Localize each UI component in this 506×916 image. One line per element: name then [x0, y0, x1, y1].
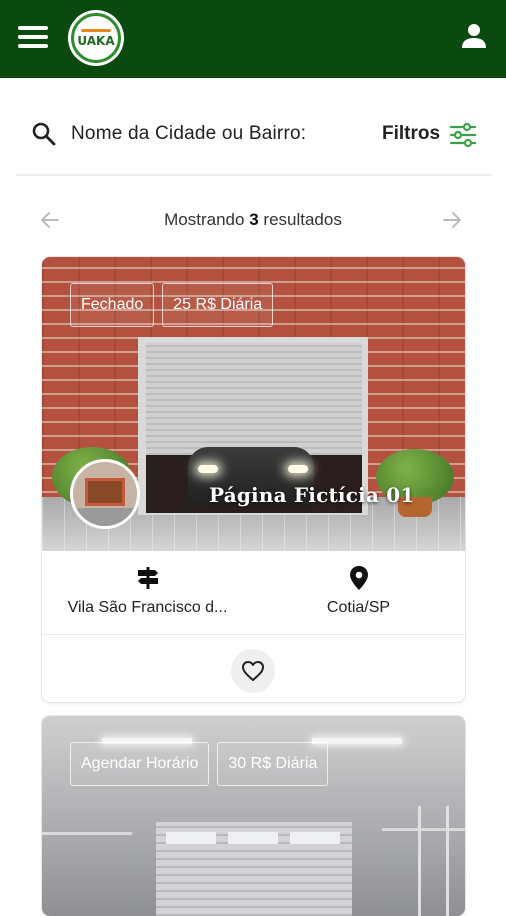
results-pager: Mostrando 3 resultados: [0, 200, 506, 240]
status-badge: Fechado: [70, 283, 155, 327]
search-field-label[interactable]: Nome da Cidade ou Bairro:: [71, 123, 306, 145]
results-suffix: resultados: [263, 210, 342, 229]
results-prefix: Mostrando: [164, 210, 245, 229]
results-number: 3: [249, 210, 259, 229]
filter-sliders-icon[interactable]: [448, 120, 478, 150]
listing-photo[interactable]: Fechado 25 R$ Diária Página Fictícia 01: [42, 257, 465, 551]
listing-title[interactable]: Página Fictícia 01: [209, 483, 414, 507]
listing-actions: [42, 637, 465, 701]
listing-card[interactable]: Agendar Horário 30 R$ Diária: [42, 716, 465, 916]
signpost-icon: [138, 567, 158, 589]
avatar[interactable]: [70, 459, 140, 529]
listing-info: Vila São Francisco d... Cotia/SP: [42, 551, 465, 635]
city-text: Cotia/SP: [326, 599, 391, 616]
user-account-icon[interactable]: [458, 20, 490, 52]
heart-outline-icon[interactable]: [231, 649, 275, 693]
address-cell: Vila São Francisco d...: [42, 551, 253, 635]
filters-button-label[interactable]: Filtros: [382, 123, 440, 145]
app-logo[interactable]: UAKA: [68, 10, 124, 66]
map-pin-icon: [350, 566, 368, 590]
street-text: Vila São Francisco d...: [67, 599, 228, 616]
city-cell: Cotia/SP: [253, 551, 464, 635]
status-badge: Agendar Horário: [70, 742, 210, 786]
logo-text: UAKA: [77, 33, 115, 48]
listing-photo[interactable]: Agendar Horário 30 R$ Diária: [42, 716, 465, 916]
search-icon[interactable]: [30, 120, 58, 148]
hamburger-menu-icon[interactable]: [16, 22, 52, 52]
price-badge: 25 R$ Diária: [162, 283, 274, 327]
results-count: Mostrando 3 resultados: [0, 210, 506, 230]
price-badge: 30 R$ Diária: [217, 742, 329, 786]
listing-card[interactable]: Fechado 25 R$ Diária Página Fictícia 01 …: [42, 257, 465, 702]
arrow-right-icon[interactable]: [440, 208, 464, 232]
listing-tags: Fechado 25 R$ Diária: [70, 283, 281, 327]
search-bar: Nome da Cidade ou Bairro: Filtros: [16, 96, 492, 176]
app-bar: UAKA: [0, 0, 506, 78]
listing-tags: Agendar Horário 30 R$ Diária: [70, 742, 336, 786]
